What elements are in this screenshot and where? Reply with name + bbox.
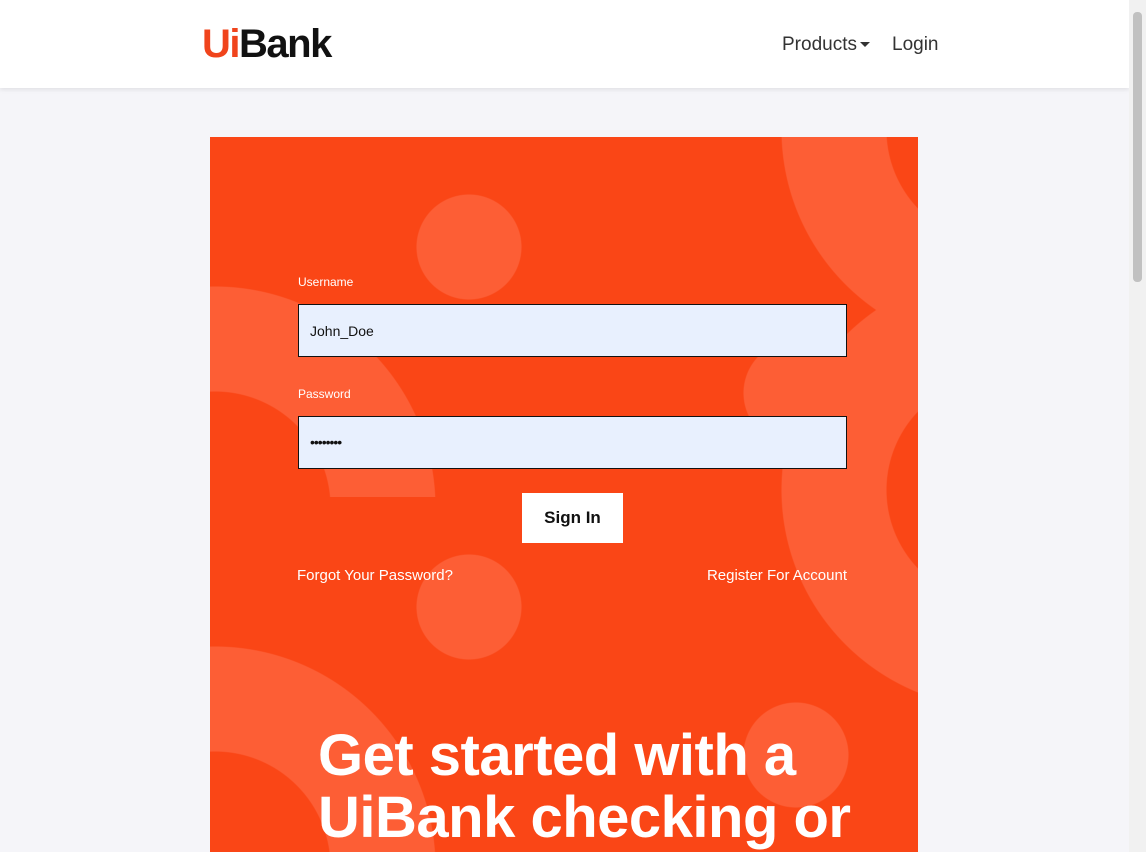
caret-down-icon [859, 42, 870, 48]
login-card: Username Password •••••••• Sign In Forgo… [210, 137, 918, 852]
logo[interactable]: UiBank [202, 22, 332, 67]
login-link[interactable]: Login [892, 34, 939, 56]
username-input[interactable] [298, 304, 847, 357]
hero-heading: Get started with a UiBank checking or [318, 723, 851, 850]
forgot-password-link[interactable]: Forgot Your Password? [297, 567, 453, 584]
username-label: Username [298, 275, 354, 289]
password-input[interactable]: •••••••• [298, 416, 847, 469]
scrollbar[interactable] [1129, 0, 1146, 852]
scrollbar-thumb[interactable] [1133, 12, 1142, 282]
header: UiBank Products Login [0, 0, 1129, 88]
register-link[interactable]: Register For Account [707, 567, 847, 584]
sign-in-button[interactable]: Sign In [522, 493, 623, 543]
products-dropdown[interactable]: Products [782, 34, 870, 56]
password-label: Password [298, 387, 351, 401]
